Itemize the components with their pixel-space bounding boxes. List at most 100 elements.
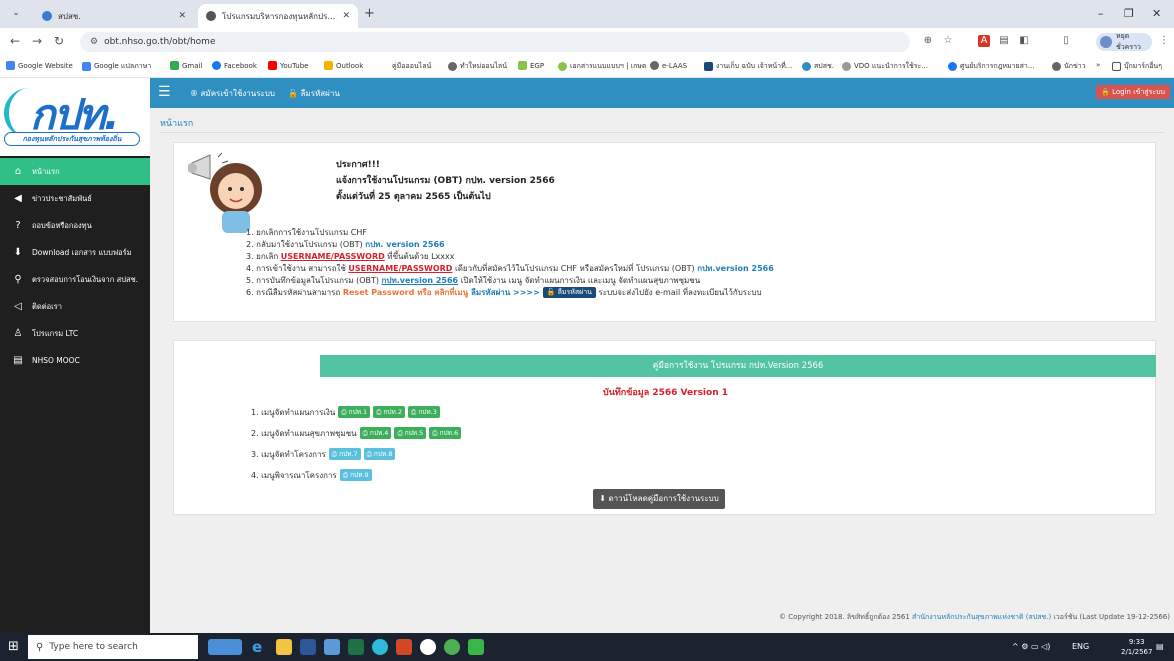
print-button[interactable]: ⎙ กปท.3 (408, 406, 440, 418)
site-logo[interactable]: กปท. กองทุนหลักประกันสุขภาพท้องถิ่น (0, 78, 150, 156)
bookmark[interactable]: EGP (518, 61, 544, 70)
url-text: obt.nhso.go.th/obt/home (104, 37, 216, 47)
list-item: 6. กรณีลืมรหัสผ่านสามารถ Reset Password … (246, 287, 762, 298)
browser-tab-active[interactable]: โปรแกรมบริหารกองทุนหลักประกันฯ ✕ (198, 4, 358, 28)
close-window-icon[interactable]: ✕ (1152, 7, 1161, 20)
globe-icon (448, 62, 457, 71)
bookmark[interactable]: YouTube (268, 61, 308, 70)
forgot-password-button[interactable]: 🔓 ลืมรหัสผ่าน (542, 287, 596, 298)
print-button[interactable]: ⎙ กปท.5 (394, 427, 427, 439)
announcement-panel: ประกาศ!!! แจ้งการใช้งานโปรแกรม (OBT) กปท… (173, 142, 1156, 322)
minimize-icon[interactable]: – (1098, 7, 1104, 20)
line-icon[interactable] (468, 639, 484, 655)
browser-tab[interactable]: สปสช. ✕ (34, 4, 194, 28)
home-icon: ⌂ (14, 166, 22, 177)
bookmark[interactable]: Google แปลภาษา (82, 61, 151, 72)
bookmark[interactable]: สปสช. (802, 61, 834, 72)
list-item: 3. ยกเลิก USERNAME/PASSWORD ที่ขึ้นต้นด้… (246, 252, 455, 261)
print-button[interactable]: ⎙ กปท.9 (339, 469, 372, 481)
bookmark[interactable]: ทำใหม่ออนไลน์ (448, 61, 507, 72)
sidebar-item-home[interactable]: ⌂ หน้าแรก (0, 158, 150, 185)
list-item: 5. การบันทึกข้อมูลในโปรแกรม (OBT) กปท.ve… (246, 276, 701, 285)
clock[interactable]: 9:33 2/1/2567 (1121, 637, 1152, 657)
bookmark[interactable]: VDO แนะนำการใช้ระ... (842, 61, 928, 72)
sidebar-item-transfer-check[interactable]: ⚲ ตรวจสอบการโอนเงินจาก สปสช. (0, 266, 150, 293)
system-tray-icons[interactable]: ^ ⚙ ▭ ◁) (1012, 642, 1050, 651)
notification-icon[interactable]: ▤ (1156, 642, 1164, 651)
bookmark[interactable]: ศูนย์บริการกฎหมายสา... (948, 61, 1035, 72)
extension-icon[interactable]: ▤ (998, 35, 1010, 47)
print-button[interactable]: ⎙ กปท.4 (359, 427, 392, 439)
translate-icon[interactable]: ⊕ (922, 35, 934, 47)
sidebar-item-news[interactable]: ◀ ข่าวประชาสัมพันธ์ (0, 185, 150, 212)
favicon-icon (42, 11, 52, 21)
menu-kebab-icon[interactable]: ⋮ (1158, 35, 1170, 47)
forward-icon[interactable]: → (32, 34, 42, 48)
restore-icon[interactable]: ❐ (1124, 7, 1134, 20)
print-button[interactable]: ⎙ กปท.6 (429, 427, 462, 439)
bookmark[interactable]: Google Website (6, 61, 73, 70)
print-button[interactable]: ⎙ กปท.7 (328, 448, 361, 460)
user-icon: ♙ (13, 328, 23, 339)
sidebar-item-mooc[interactable]: ▤ NHSO MOOC (0, 347, 150, 374)
profile-button[interactable]: หยุดชั่วคราว (1096, 32, 1152, 51)
tab-search-icon[interactable]: ⌄ (10, 8, 22, 20)
nhso-icon (802, 62, 811, 71)
print-button[interactable]: ⎙ กปท.1 (338, 406, 371, 418)
bookmark-star-icon[interactable]: ☆ (942, 35, 954, 47)
taskbar-widget-icon[interactable] (208, 639, 242, 655)
excel-icon[interactable] (348, 639, 364, 655)
sidebar-item-ltc[interactable]: ♙ โปรแกรม LTC (0, 320, 150, 347)
breadcrumb: หน้าแรก (160, 119, 194, 129)
back-icon[interactable]: ← (10, 34, 20, 48)
taskbar-search[interactable]: ⚲ Type here to search (28, 635, 198, 659)
forgot-password-link[interactable]: 🔓 ลืมรหัสผ่าน (288, 87, 340, 100)
bookmark[interactable]: Outlook (324, 61, 363, 70)
language-indicator[interactable]: ENG (1072, 642, 1089, 651)
download-manual-button[interactable]: ⬇ ดาวน์โหลดคู่มือการใช้งานระบบ (593, 489, 725, 509)
new-tab-button[interactable]: + (364, 7, 375, 20)
register-link[interactable]: ® สมัครเข้าใช้งานระบบ (190, 87, 275, 100)
bookmark[interactable]: คู่มือออนไลน์ (392, 61, 431, 72)
manual-panel: คู่มือการใช้งาน โปรแกรม กปท.Version 2566… (173, 340, 1156, 515)
announcement-line: แจ้งการใช้งานโปรแกรม (OBT) กปท. version … (336, 176, 555, 186)
bookmark[interactable]: e-LAAS (650, 61, 687, 70)
list-item: 2. กลับมาใช้งานโปรแกรม (OBT) กปท. versio… (246, 240, 445, 249)
manual-row: 2. เมนูจัดทำแผนสุขภาพชุมชน ⎙ กปท.4 ⎙ กปท… (251, 426, 462, 440)
powerpoint-icon[interactable] (396, 639, 412, 655)
hamburger-menu-icon[interactable]: ☰ (158, 85, 171, 99)
avatar (1100, 36, 1112, 48)
megaphone-icon: ◀ (14, 193, 22, 204)
address-bar[interactable]: ⚙ obt.nhso.go.th/obt/home (80, 32, 910, 52)
extensions-puzzle-icon[interactable]: ◧ (1018, 35, 1030, 47)
bookmark[interactable]: Gmail (170, 61, 202, 70)
bookmark[interactable]: เอกสารแนบแบบฯ | เกษต... (558, 61, 646, 72)
login-button[interactable]: 🔒 Login เข้าสู่ระบบ (1096, 85, 1170, 99)
file-explorer-icon[interactable] (276, 639, 292, 655)
bookmark-folder[interactable]: บุ๊กมาร์กอื่นๆ (1112, 61, 1162, 72)
site-info-icon[interactable]: ⚙ (90, 37, 98, 47)
reload-icon[interactable]: ↻ (54, 34, 64, 48)
sidebar-item-contact[interactable]: ◁ ติดต่อเรา (0, 293, 150, 320)
extension-icon[interactable]: A (978, 35, 990, 47)
chrome-icon[interactable] (444, 639, 460, 655)
print-button[interactable]: ⎙ กปท.2 (373, 406, 406, 418)
sidebar-item-faq[interactable]: ? ถอบข้อหรือกองทุน (0, 212, 150, 239)
app-icon[interactable] (372, 639, 388, 655)
windows-start-icon[interactable]: ⊞ (8, 640, 19, 654)
bookmark[interactable]: นักข่าว (1052, 61, 1086, 72)
bookmarks-bar: Google Website Google แปลภาษา Gmail Face… (0, 56, 1174, 78)
app-icon[interactable] (420, 639, 436, 655)
bookmark[interactable]: Facebook (212, 61, 257, 70)
sidepanel-icon[interactable]: ▯ (1060, 35, 1072, 47)
close-tab-icon[interactable]: ✕ (178, 11, 186, 21)
bookmarks-overflow-icon[interactable]: » (1096, 61, 1100, 69)
mail-icon[interactable] (324, 639, 340, 655)
close-tab-icon[interactable]: ✕ (342, 11, 350, 21)
question-icon: ? (15, 220, 21, 231)
sidebar-item-download[interactable]: ⬇ Download เอกสาร แบบฟอร์ม (0, 239, 150, 266)
print-button[interactable]: ⎙ กปท.8 (363, 448, 396, 460)
word-icon[interactable] (300, 639, 316, 655)
edge-icon[interactable]: e (252, 639, 268, 655)
bookmark[interactable]: งานเก็บ ฉบับ เจ้าหน้าที่... (704, 61, 792, 72)
